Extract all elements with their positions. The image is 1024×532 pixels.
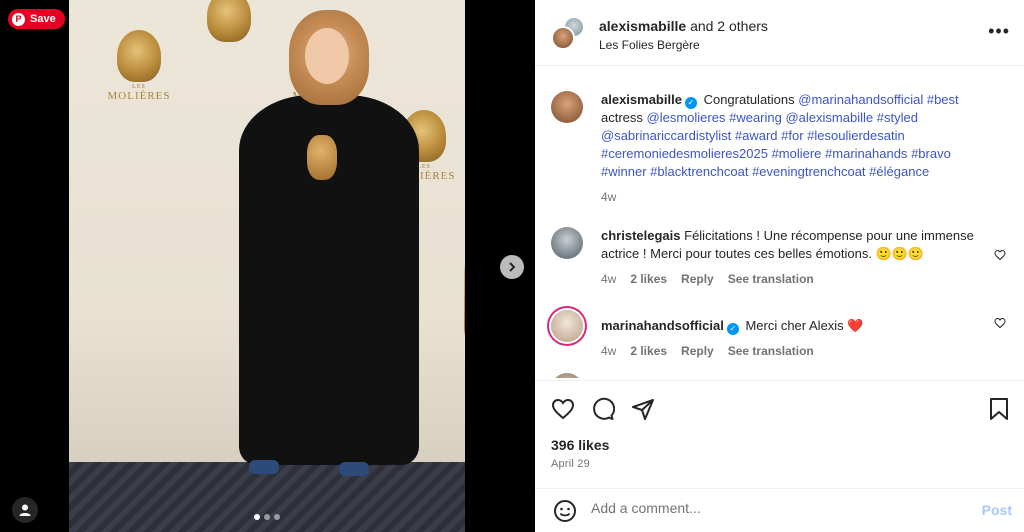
add-comment-bar: Post [535, 488, 1024, 532]
see-translation-button[interactable]: See translation [728, 270, 814, 288]
like-comment-heart-icon[interactable] [994, 249, 1006, 261]
caption-tag-link[interactable]: #eveningtrenchcoat [752, 164, 865, 179]
avatar [551, 26, 575, 50]
post-date[interactable]: April 29 [551, 458, 590, 470]
caption-tag-link[interactable]: #ceremoniedesmolieres2025 [601, 146, 768, 161]
see-translation-button[interactable]: See translation [728, 342, 814, 360]
post-authors: alexismabille and 2 others [599, 18, 768, 34]
post-media: LES MOLIÈRES LES MOLIÈRES LES MOLIÈRES L… [0, 0, 535, 532]
bookmark-save-icon[interactable] [988, 397, 1010, 421]
caption-tag-link[interactable]: #award [735, 128, 778, 143]
avatar[interactable] [551, 91, 583, 123]
save-label: Save [30, 13, 56, 25]
comment-likes-link[interactable]: 2 likes [630, 342, 667, 360]
post-comment-button[interactable]: Post [982, 502, 1012, 518]
caption-tag-link[interactable]: #moliere [772, 146, 822, 161]
avatar[interactable] [551, 227, 583, 259]
collab-avatars[interactable] [551, 16, 585, 50]
comment-item-partial [551, 373, 1006, 378]
post-photo[interactable]: LES MOLIÈRES LES MOLIÈRES LES MOLIÈRES L… [69, 0, 465, 532]
caption-tag-link[interactable]: #wearing [729, 110, 782, 125]
others-link[interactable]: and 2 others [690, 18, 768, 34]
carousel-dots [254, 514, 280, 520]
caption-tag-link[interactable]: #winner [601, 164, 647, 179]
user-profile-button[interactable] [12, 497, 38, 523]
caption-text-part: actress [601, 110, 647, 125]
trophy-statue [464, 230, 465, 350]
comment-likes-link[interactable]: 2 likes [630, 270, 667, 288]
caption-text-part: Congratulations [703, 92, 799, 107]
caption-time: 4w [601, 190, 617, 204]
post-details-panel: alexismabille and 2 others Les Folies Be… [535, 0, 1024, 532]
comment-username[interactable]: marinahandsofficial [601, 318, 724, 333]
like-comment-heart-icon[interactable] [994, 317, 1006, 329]
carousel-dot[interactable] [274, 514, 280, 520]
caption-tag-link[interactable]: #marinahands [825, 146, 907, 161]
caption-tag-link[interactable]: @marinahandsofficial [798, 92, 923, 107]
molieres-backdrop-logo: LES MOLIÈRES [104, 30, 174, 102]
shoe [249, 460, 279, 474]
caption-tag-link[interactable]: #élégance [869, 164, 929, 179]
emoji-icon[interactable] [553, 499, 577, 523]
comment-bubble-icon[interactable] [591, 397, 615, 421]
likes-count-link[interactable]: 396 likes [551, 437, 609, 453]
avatar-story-ring[interactable] [551, 310, 583, 342]
person-icon [19, 504, 31, 516]
carousel-dot[interactable] [264, 514, 270, 520]
award-statuette [307, 135, 337, 180]
like-heart-icon[interactable] [551, 397, 575, 421]
next-image-button[interactable] [500, 255, 524, 279]
avatar[interactable] [551, 373, 583, 378]
backdrop-molieres-text: MOLIÈRES [107, 90, 171, 102]
comment-item: marinahandsofficial ✓ Merci cher Alexis ❤… [551, 310, 1006, 360]
caption-tag-link[interactable]: @alexismabille [785, 110, 873, 125]
chevron-right-icon [509, 262, 516, 272]
caption-username[interactable]: alexismabille [601, 92, 682, 107]
location-link[interactable]: Les Folies Bergère [599, 38, 700, 52]
comments-list[interactable]: alexismabille ✓ Congratulations @marinaha… [535, 67, 1024, 378]
caption-tag-link[interactable]: #best [927, 92, 959, 107]
caption-tag-link[interactable]: @lesmolieres [647, 110, 726, 125]
face [305, 28, 349, 84]
reply-button[interactable]: Reply [681, 342, 714, 360]
verified-badge-icon: ✓ [684, 97, 697, 109]
verified-badge-icon: ✓ [726, 323, 739, 335]
caption-tag-link[interactable]: @sabrinariccardistylist [601, 128, 731, 143]
shoe [339, 462, 369, 476]
more-options-button[interactable]: ••• [988, 21, 1010, 41]
share-send-icon[interactable] [631, 397, 655, 421]
comment-time: 4w [601, 272, 617, 286]
caption-tag-link[interactable]: #lesoulierdesatin [807, 128, 905, 143]
comment-username[interactable]: christelegais [601, 228, 681, 243]
post-header: alexismabille and 2 others Les Folies Be… [535, 0, 1024, 66]
reply-button[interactable]: Reply [681, 270, 714, 288]
add-comment-input[interactable] [591, 500, 961, 516]
comment-text: Merci cher Alexis ❤️ [745, 318, 864, 333]
caption-tag-link[interactable]: #bravo [911, 146, 951, 161]
caption: alexismabille ✓ Congratulations @marinaha… [551, 91, 1006, 204]
caption-tag-link[interactable]: #blacktrenchcoat [650, 164, 748, 179]
pinterest-save-button[interactable]: P Save [8, 9, 65, 29]
pinterest-icon: P [12, 12, 25, 26]
comment-item: christelegais Félicitations ! Une récomp… [551, 227, 1006, 287]
caption-tag-link[interactable]: #for [781, 128, 803, 143]
caption-tag-link[interactable]: #styled [877, 110, 918, 125]
actress-figure [219, 10, 439, 480]
author-username-link[interactable]: alexismabille [599, 18, 686, 34]
carousel-dot[interactable] [254, 514, 260, 520]
more-icon: ••• [988, 21, 1010, 41]
comment-time: 4w [601, 344, 617, 358]
